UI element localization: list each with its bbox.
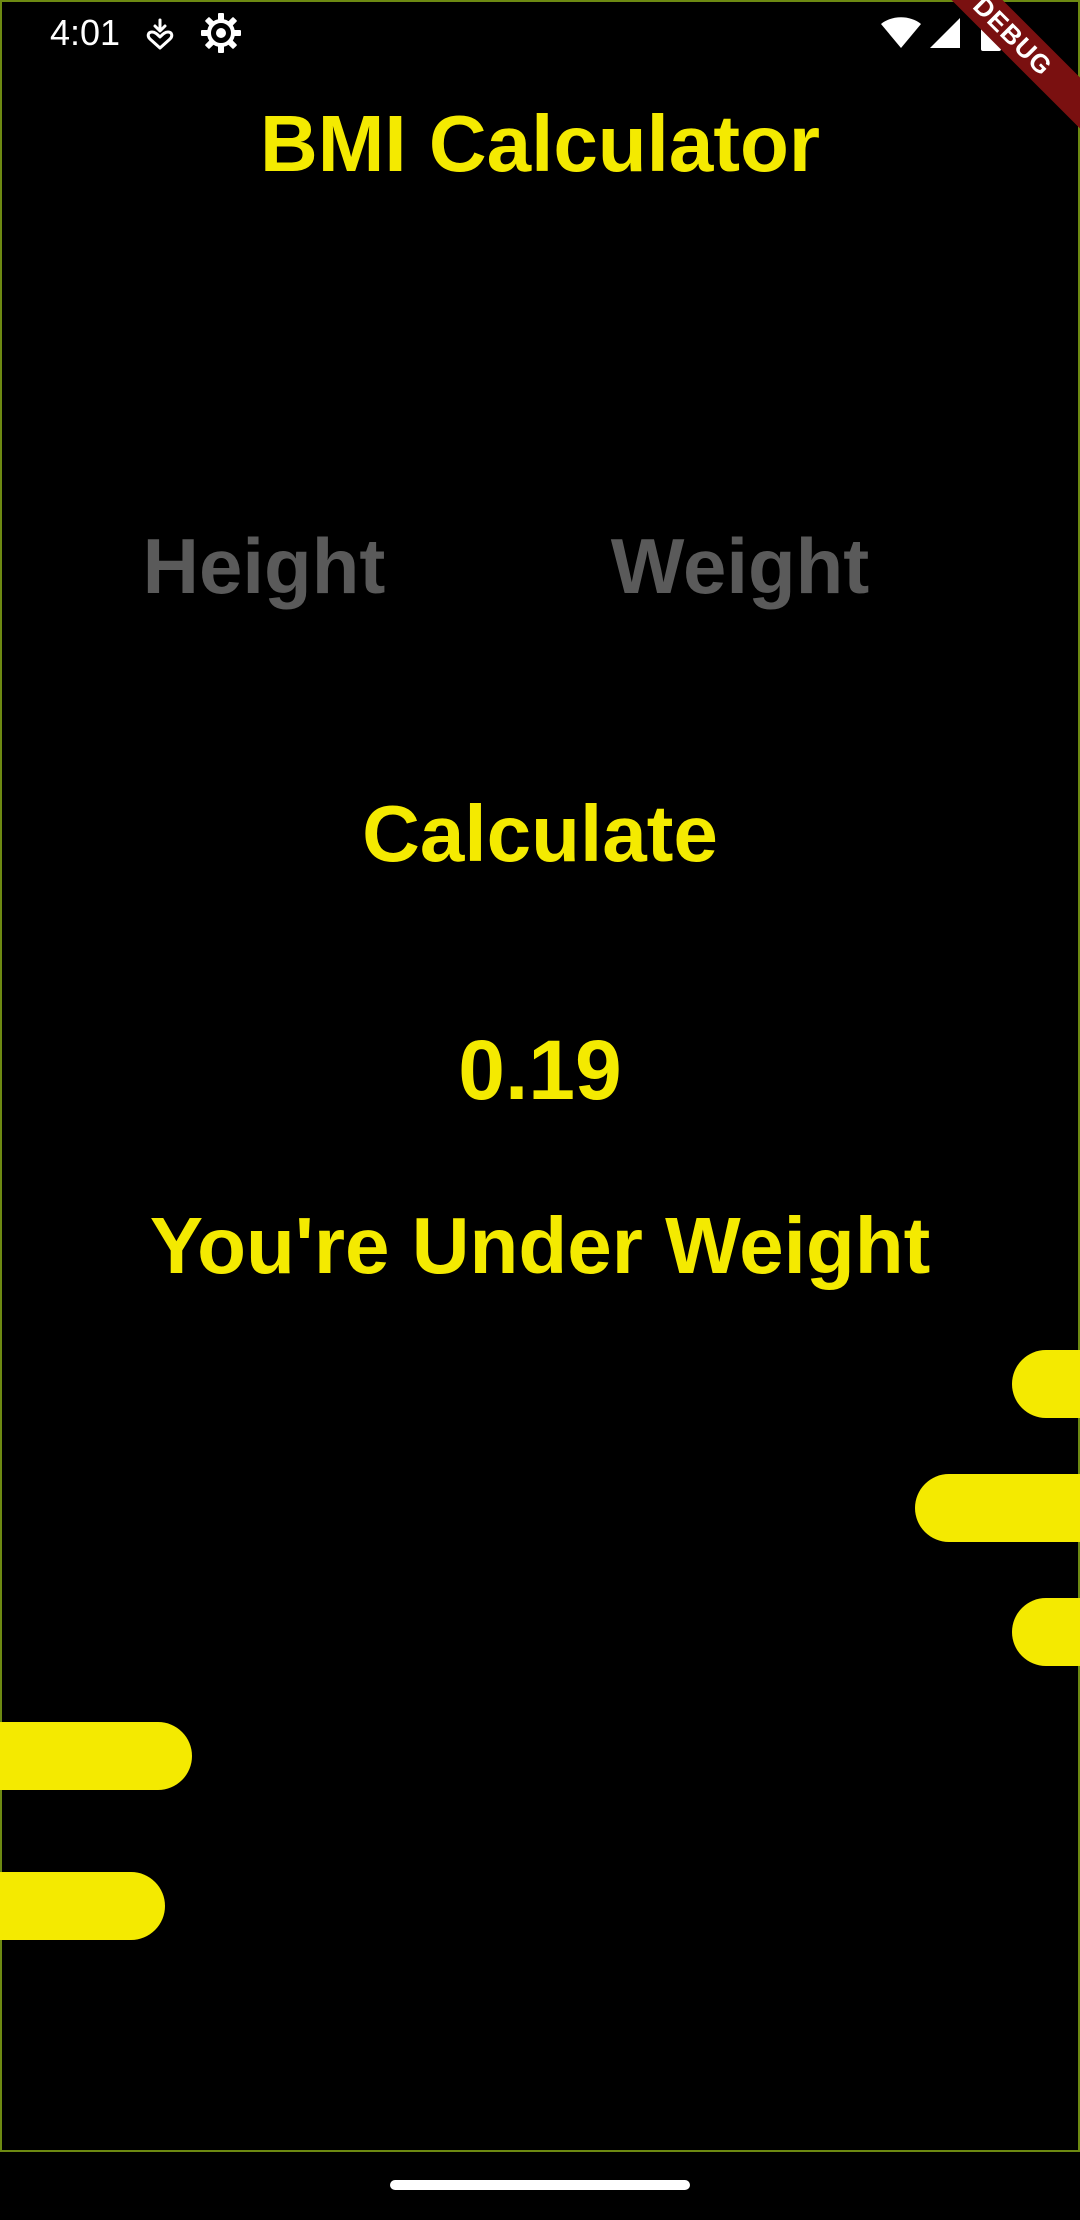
status-bar: 4:01 (0, 0, 1080, 66)
status-time: 4:01 (50, 12, 121, 53)
decorative-pill (915, 1474, 1080, 1542)
bmi-value: 0.19 (458, 1023, 622, 1117)
weight-input[interactable]: Weight (560, 518, 920, 614)
heart-download-icon (146, 18, 174, 50)
decorative-pill (0, 1722, 192, 1790)
home-gesture-bar[interactable] (390, 2180, 690, 2190)
gear-icon (201, 13, 241, 53)
decorative-pill (1012, 1598, 1080, 1666)
wifi-icon (881, 17, 921, 48)
bmi-result-text: You're Under Weight (149, 1201, 931, 1290)
cell-signal-icon (930, 18, 960, 48)
height-input[interactable]: Height (84, 518, 444, 614)
app-screen: 4:01 DEBUG BMI Calculator Height Weight … (0, 0, 1080, 2220)
calculate-button[interactable]: Calculate (290, 784, 790, 884)
page-title: BMI Calculator (259, 99, 821, 188)
decorative-pill (0, 1872, 165, 1940)
decorative-pill (1012, 1350, 1080, 1418)
